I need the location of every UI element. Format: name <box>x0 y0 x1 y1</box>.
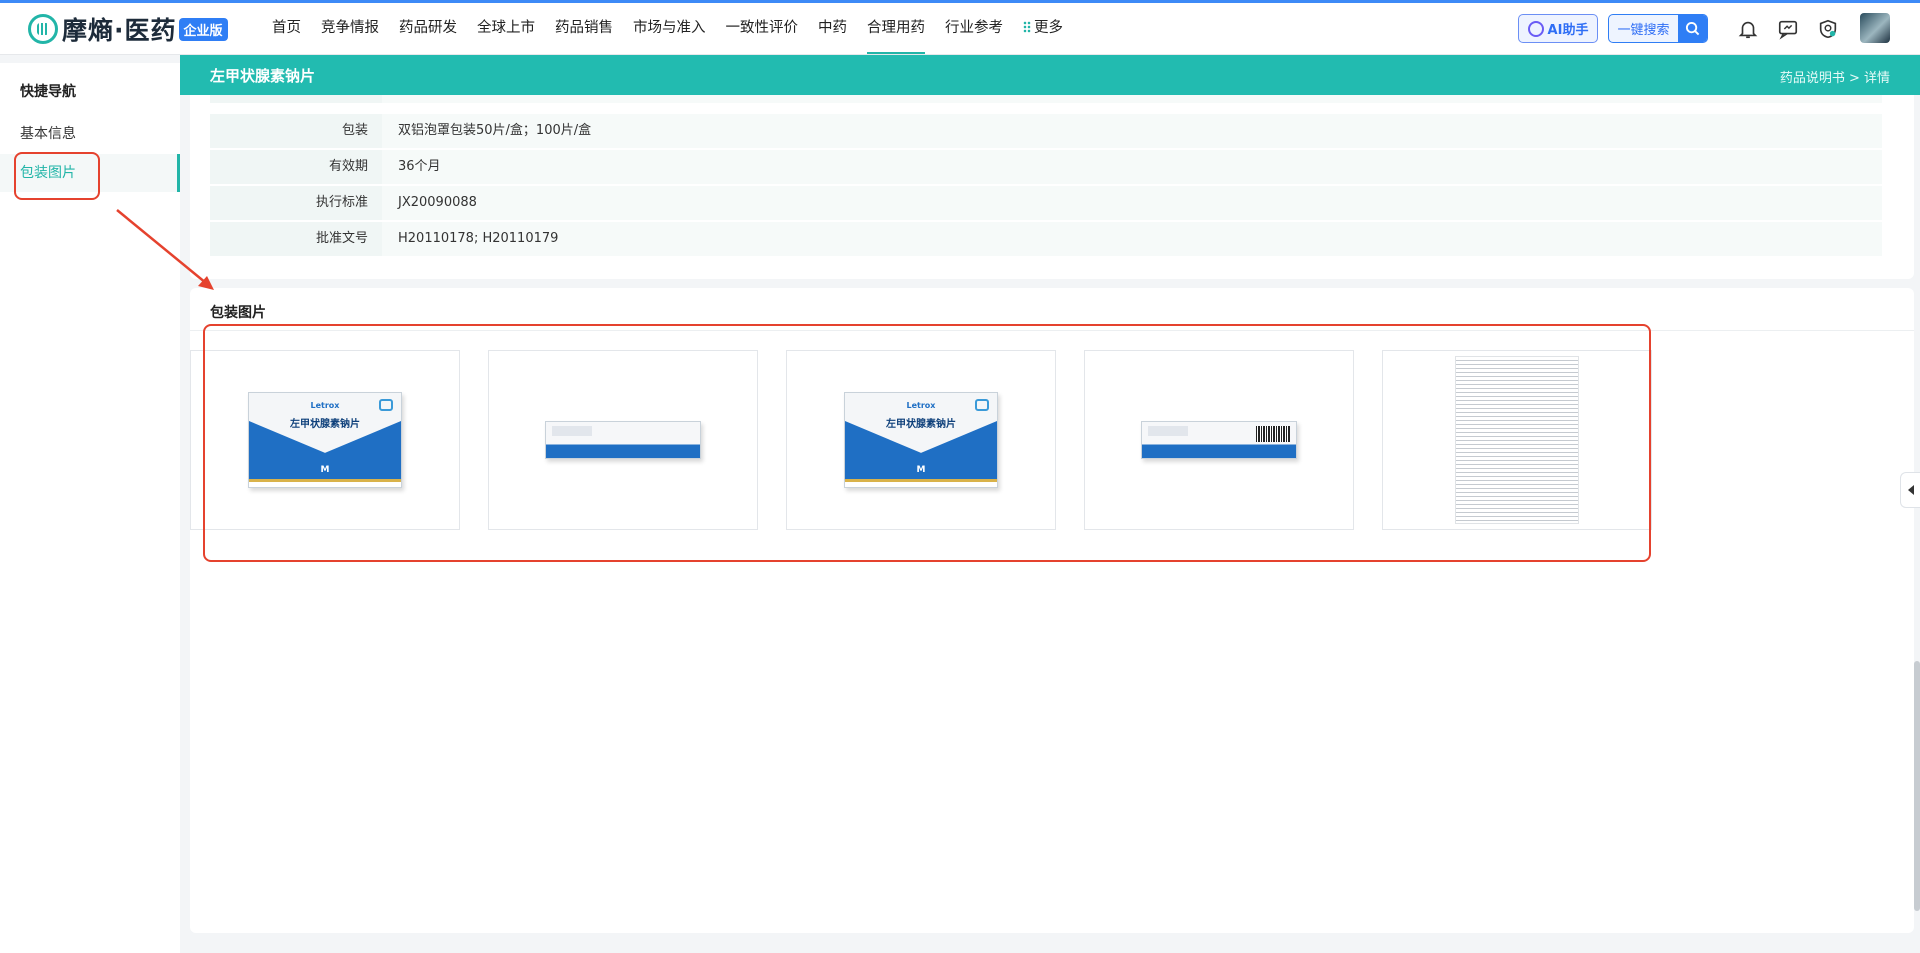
info-label <box>210 95 382 103</box>
manufacturer-logo: M <box>320 465 330 475</box>
nav-item-consistency[interactable]: 一致性评价 <box>716 3 809 55</box>
ai-assistant-label: AI助手 <box>1547 23 1589 38</box>
ai-icon <box>1527 20 1544 37</box>
info-row: 执行标准 JX20090088 <box>210 186 1882 220</box>
drug-title: 左甲状腺素钠片 <box>210 67 316 85</box>
quick-search-button[interactable]: 一键搜索 <box>1608 14 1708 43</box>
box-logo-icon <box>379 399 393 411</box>
box-side-image <box>545 421 701 459</box>
nav-item-industry[interactable]: 行业参考 <box>935 3 1013 55</box>
info-row: 包装 双铝泡罩包装50片/盒；100片/盒 <box>210 114 1882 148</box>
box-side-barcode-image <box>1141 421 1297 459</box>
nav-item-home[interactable]: 首页 <box>262 3 311 55</box>
edition-badge: 企业版 <box>178 17 228 41</box>
manufacturer-logo: M <box>916 465 926 475</box>
quick-nav-sidebar: 快捷导航 基本信息 包装图片 <box>0 63 180 953</box>
nav-item-rational-use[interactable]: 合理用药 <box>857 3 935 55</box>
info-value: 36个月 <box>398 159 441 174</box>
info-value: JX20090088 <box>398 195 477 210</box>
sidebar-title: 快捷导航 <box>20 84 76 100</box>
package-image-1[interactable]: Letrox 左甲状腺素钠片 M <box>190 350 460 530</box>
logo-text: 摩熵·医药 <box>62 16 177 45</box>
sidebar-item-basic-info[interactable]: 基本信息 <box>0 115 180 153</box>
box-logo-icon <box>975 399 989 411</box>
package-image-5[interactable] <box>1382 350 1652 530</box>
info-value: H20110178; H20110179 <box>398 231 559 246</box>
nav-item-market-access[interactable]: 市场与准入 <box>623 3 716 55</box>
message-icon[interactable] <box>1775 16 1801 42</box>
avatar[interactable] <box>1860 13 1890 43</box>
breadcrumb[interactable]: 药品说明书 > 详情 <box>1780 67 1890 86</box>
nav-item-tcm[interactable]: 中药 <box>808 3 857 55</box>
nav-more-label: 更多 <box>1034 20 1063 36</box>
quick-search-label: 一键搜索 <box>1617 23 1670 38</box>
section-title: 包装图片 <box>210 305 266 321</box>
main-nav: 首页 竞争情报 药品研发 全球上市 药品销售 市场与准入 一致性评价 中药 合理… <box>262 3 1073 55</box>
box-product-name: 左甲状腺素钠片 <box>886 419 956 430</box>
shield-icon[interactable] <box>1815 16 1841 42</box>
info-value: 25℃以下保存。 <box>382 95 494 103</box>
grid-dots-icon <box>1023 21 1031 33</box>
scrollbar-thumb[interactable] <box>1914 661 1920 911</box>
info-label: 执行标准 <box>210 186 382 220</box>
divider <box>190 330 1914 331</box>
package-image-4[interactable] <box>1084 350 1354 530</box>
logo[interactable]: 摩熵·医药 企业版 <box>28 12 228 46</box>
info-row: 有效期 36个月 <box>210 150 1882 184</box>
info-label: 有效期 <box>210 150 382 184</box>
info-row-storage: 25℃以下保存。 <box>210 95 1882 103</box>
nav-item-sales[interactable]: 药品销售 <box>545 3 623 55</box>
info-label: 包装 <box>210 114 382 148</box>
bell-icon[interactable] <box>1735 16 1761 42</box>
nav-item-competition[interactable]: 竞争情报 <box>311 3 389 55</box>
info-value: 双铝泡罩包装50片/盒；100片/盒 <box>398 123 592 138</box>
logo-icon <box>28 14 58 44</box>
main-content: 25℃以下保存。 包装 双铝泡罩包装50片/盒；100片/盒 有效期 36个月 … <box>190 95 1914 933</box>
detail-titlebar: 左甲状腺素钠片 药品说明书 > 详情 <box>180 55 1920 95</box>
search-icon <box>1678 15 1707 42</box>
info-label: 批准文号 <box>210 222 382 256</box>
barcode-icon <box>1256 426 1290 442</box>
scrollbar[interactable] <box>1914 96 1920 934</box>
ai-assistant-button[interactable]: AI助手 <box>1518 14 1598 43</box>
info-row: 批准文号 H20110178; H20110179 <box>210 222 1882 256</box>
sidebar-item-package-images[interactable]: 包装图片 <box>0 154 180 192</box>
package-image-3[interactable]: Letrox 左甲状腺素钠片 M <box>786 350 1056 530</box>
package-image-2[interactable] <box>488 350 758 530</box>
basic-info-card: 25℃以下保存。 包装 双铝泡罩包装50片/盒；100片/盒 有效期 36个月 … <box>190 95 1914 279</box>
top-header: 摩熵·医药 企业版 首页 竞争情报 药品研发 全球上市 药品销售 市场与准入 一… <box>0 3 1920 55</box>
box-front-image: Letrox 左甲状腺素钠片 M <box>844 392 998 488</box>
box-product-name: 左甲状腺素钠片 <box>290 419 360 430</box>
nav-item-more[interactable]: 更多 <box>1013 3 1073 55</box>
leaflet-image <box>1455 356 1579 524</box>
box-front-image: Letrox 左甲状腺素钠片 M <box>248 392 402 488</box>
nav-item-global-launch[interactable]: 全球上市 <box>467 3 545 55</box>
nav-item-rnd[interactable]: 药品研发 <box>389 3 467 55</box>
package-images-card: 包装图片 Letrox 左甲状腺素钠片 M Letrox 左甲状腺素钠片 M <box>190 288 1914 933</box>
